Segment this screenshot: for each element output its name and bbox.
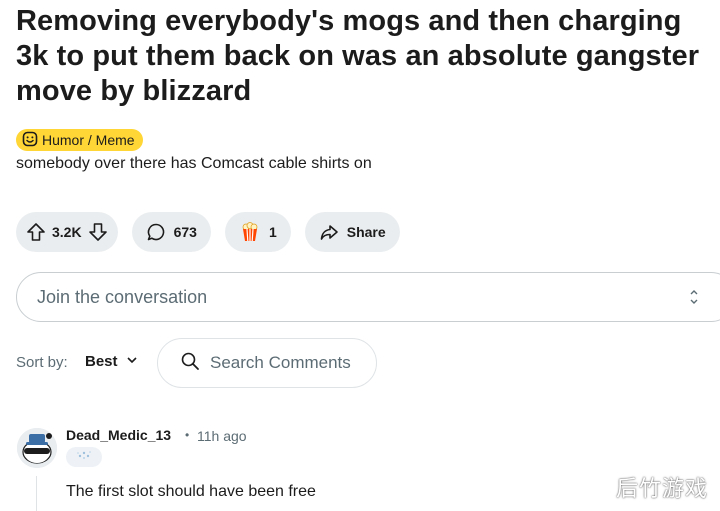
comment-username[interactable]: Dead_Medic_13 [66, 427, 171, 443]
resize-arrows-icon[interactable] [689, 287, 699, 307]
comments-button[interactable]: 673 [131, 212, 211, 252]
award-count: 1 [268, 224, 277, 240]
sort-value: Best [85, 353, 118, 370]
vote-count: 3.2K [52, 224, 82, 240]
comment-input-placeholder: Join the conversation [37, 286, 208, 307]
popcorn-award-icon [239, 221, 261, 243]
snowflake-icon [74, 448, 94, 467]
comment-input[interactable]: Join the conversation [16, 272, 720, 322]
share-label: Share [346, 224, 386, 240]
share-button[interactable]: Share [304, 212, 400, 252]
sort-dropdown[interactable]: Best [85, 353, 138, 370]
post-flair[interactable]: Humor / Meme [16, 129, 143, 151]
post-action-bar: 3.2K 673 1 Share [16, 212, 400, 252]
post-flair-label: Humor / Meme [42, 132, 135, 148]
user-flair [66, 447, 102, 467]
post-body: somebody over there has Comcast cable sh… [16, 155, 372, 172]
comment-bubble-icon [146, 222, 166, 242]
downvote-icon[interactable] [88, 222, 108, 242]
chevron-down-icon [126, 353, 138, 370]
award-button[interactable]: 1 [224, 212, 291, 252]
smiley-mask-icon [22, 131, 38, 150]
meta-separator: • [185, 428, 190, 442]
comment-timestamp[interactable]: 11h ago [197, 428, 247, 444]
search-comments-placeholder: Search Comments [210, 353, 351, 372]
search-icon [180, 351, 200, 376]
thread-line[interactable] [36, 476, 37, 511]
avatar[interactable] [17, 428, 57, 468]
watermark: 后竹游戏 [616, 477, 709, 502]
comment-body: The first slot should have been free [66, 483, 316, 500]
post-title: Removing everybody's mogs and then charg… [16, 5, 700, 107]
search-comments-input[interactable]: Search Comments [157, 338, 377, 388]
vote-control: 3.2K [16, 212, 118, 252]
upvote-icon[interactable] [26, 222, 46, 242]
share-arrow-icon [319, 222, 339, 242]
sort-label: Sort by: [16, 354, 68, 371]
comment-count: 673 [173, 224, 197, 240]
